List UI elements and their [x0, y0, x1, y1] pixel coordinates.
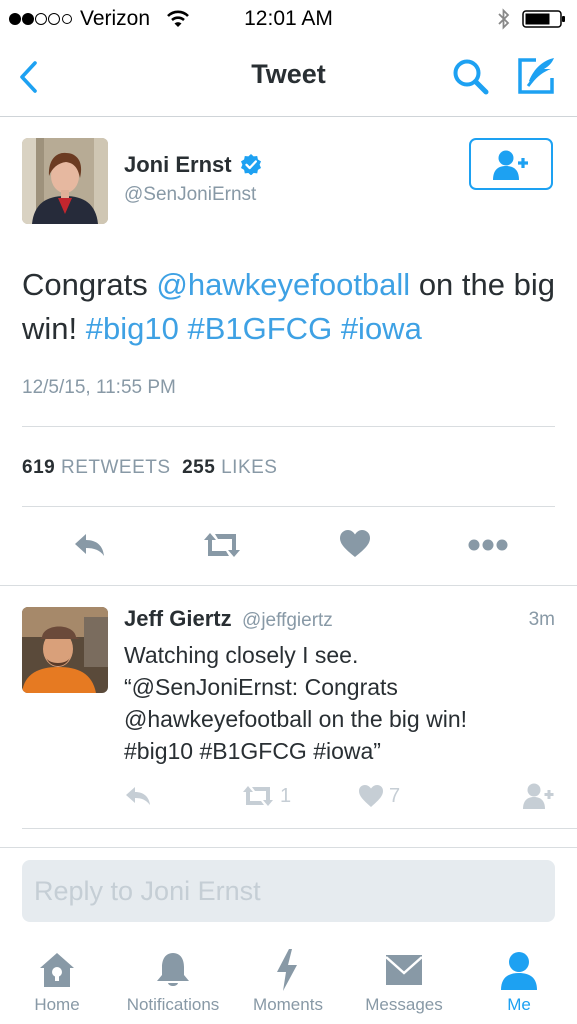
bell-icon — [157, 953, 189, 986]
retweets-count: 619 — [22, 457, 56, 478]
divider — [22, 828, 577, 829]
tab-home[interactable]: Home — [18, 945, 96, 1024]
like-heart-icon[interactable] — [339, 529, 371, 559]
battery-icon — [522, 10, 565, 28]
reply-text: Watching closely I see. “@SenJoniErnst: … — [124, 639, 564, 767]
tweet-text-prefix: Congrats — [22, 267, 157, 302]
reply-text-line: @hawkeyefootball on the big win! — [124, 706, 468, 732]
follow-button[interactable] — [469, 138, 553, 190]
retweets-label: RETWEETS — [60, 457, 171, 478]
status-time: 12:01 AM — [244, 7, 333, 30]
reply-icon[interactable] — [124, 784, 154, 808]
profile-icon — [501, 952, 537, 990]
tab-label: Messages — [365, 995, 443, 1014]
reply-author-photo — [22, 607, 108, 693]
reply-author-avatar[interactable] — [22, 607, 108, 693]
tab-label: Home — [34, 995, 80, 1014]
bluetooth-icon — [498, 8, 510, 30]
tab-bar: Home Notifications Moments Messages Me — [0, 945, 577, 1024]
engagement-counts[interactable]: 619 RETWEETS 255 LIKES — [22, 457, 277, 479]
lightning-icon — [277, 949, 297, 991]
compose-tweet-icon[interactable] — [516, 56, 558, 96]
reply-retweet-count: 1 — [280, 785, 292, 807]
tab-label: Notifications — [126, 995, 220, 1014]
retweet-icon[interactable] — [240, 784, 276, 808]
author-name[interactable]: Joni Ernst — [124, 152, 232, 177]
reply-text-line: #big10 #B1GFCG #iowa” — [124, 738, 381, 764]
tweet-text: Congrats @hawkeyefootball on the big win… — [22, 263, 562, 351]
reply-text-line: “@SenJoniErnst: Congrats — [124, 674, 398, 700]
author-handle[interactable]: @SenJoniErnst — [124, 184, 256, 206]
tab-notifications[interactable]: Notifications — [112, 945, 234, 1024]
reply-composer[interactable] — [22, 860, 555, 922]
hashtag-link[interactable]: #B1GFCG — [187, 311, 332, 346]
reply-input[interactable] — [22, 860, 555, 922]
hashtag-link[interactable]: #big10 — [86, 311, 179, 346]
tab-moments[interactable]: Moments — [243, 945, 333, 1024]
status-bar: Verizon 12:01 AM — [0, 0, 577, 38]
divider — [0, 585, 577, 586]
envelope-icon — [385, 955, 423, 985]
search-icon[interactable] — [451, 57, 491, 97]
reply-author-handle[interactable]: @jeffgiertz — [242, 610, 333, 631]
more-options-icon[interactable] — [468, 538, 508, 552]
hashtag-link[interactable]: #iowa — [341, 311, 422, 346]
author-name-row: Joni Ernst — [124, 152, 262, 178]
tweet-timestamp: 12/5/15, 11:55 PM — [22, 377, 176, 398]
tab-me[interactable]: Me — [482, 945, 556, 1024]
mention-link[interactable]: @hawkeyefootball — [156, 267, 410, 302]
add-user-icon[interactable] — [522, 782, 556, 810]
add-user-icon — [493, 150, 528, 180]
reply-author-name[interactable]: Jeff Giertz — [124, 606, 232, 631]
retweet-icon[interactable] — [200, 530, 244, 560]
navigation-bar: Tweet — [0, 38, 577, 117]
reply-icon[interactable] — [72, 530, 108, 560]
tab-label: Moments — [253, 995, 323, 1014]
likes-label: LIKES — [221, 457, 278, 478]
home-icon — [40, 953, 74, 987]
likes-count: 255 — [182, 457, 216, 478]
tab-messages[interactable]: Messages — [355, 945, 453, 1024]
divider — [0, 847, 577, 848]
reply-like-count: 7 — [389, 785, 401, 807]
verified-badge-icon — [241, 154, 262, 176]
reply-author-row: Jeff Giertz @jeffgiertz — [124, 606, 333, 632]
reply-age: 3m — [528, 609, 555, 630]
divider — [22, 426, 555, 427]
author-photo — [22, 138, 108, 224]
tab-label: Me — [507, 995, 531, 1014]
author-avatar[interactable] — [22, 138, 108, 224]
like-heart-icon[interactable] — [358, 784, 384, 808]
divider — [22, 506, 555, 507]
reply-text-line: Watching closely I see. — [124, 642, 359, 668]
